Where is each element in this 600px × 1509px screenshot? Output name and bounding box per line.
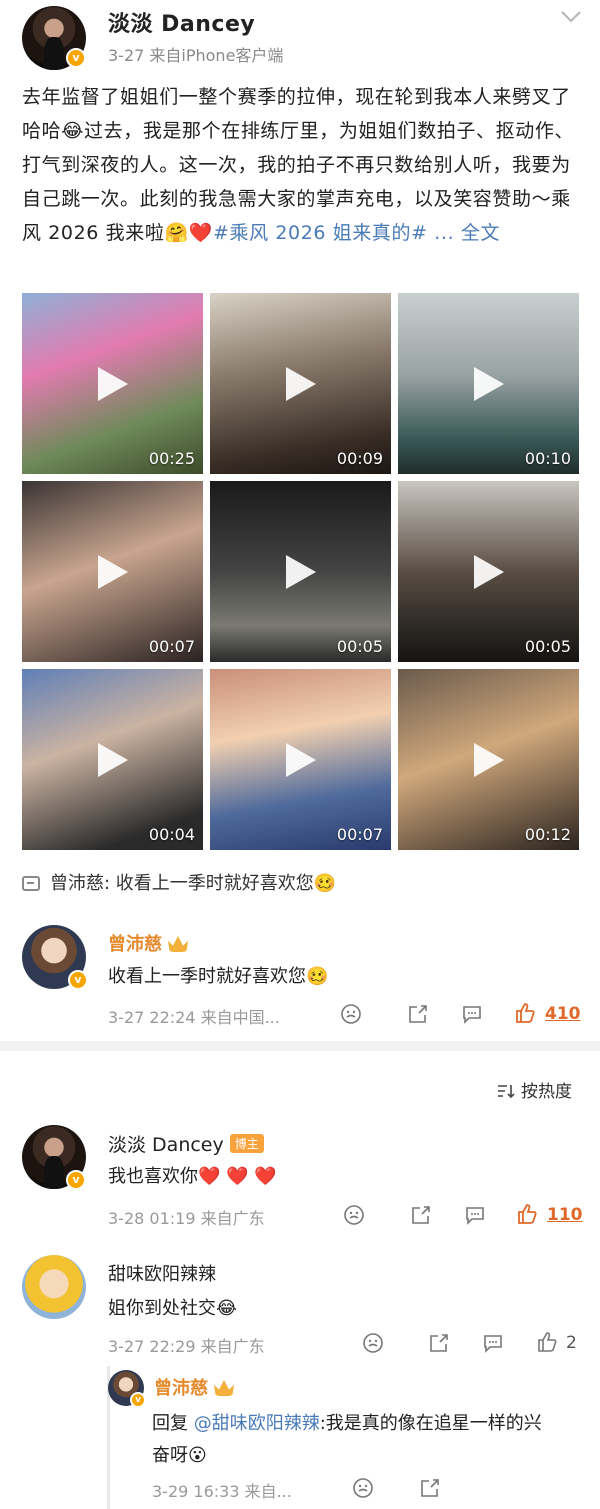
video-thumbnail[interactable]: 00:09	[210, 293, 391, 474]
read-more-link[interactable]: ... 全文	[434, 222, 500, 244]
video-duration: 00:07	[148, 637, 195, 656]
author-badge: 博主	[229, 1134, 264, 1153]
chevron-down-icon[interactable]	[560, 10, 582, 24]
like-icon[interactable]	[514, 1002, 536, 1024]
video-thumbnail[interactable]: 00:07	[22, 481, 203, 662]
video-duration: 00:12	[524, 825, 571, 844]
reply-icon[interactable]	[461, 1003, 483, 1025]
play-icon[interactable]	[286, 743, 316, 777]
commenter-name[interactable]: 甜味欧阳辣辣	[108, 1260, 216, 1286]
commenter-name[interactable]: 淡淡 Dancey 博主	[108, 1130, 264, 1157]
reply-text: 回复 @甜味欧阳辣辣:我是真的像在追星一样的兴 奋呀😮	[152, 1413, 542, 1466]
play-icon[interactable]	[98, 555, 128, 589]
like-count[interactable]: 110	[547, 1205, 583, 1225]
hashtag-link[interactable]: #乘风 2026 姐来真的#	[213, 222, 428, 244]
reply-icon[interactable]	[464, 1204, 486, 1226]
mention-link[interactable]: @甜味欧阳辣辣	[194, 1413, 320, 1434]
video-thumbnail[interactable]: 00:05	[210, 481, 391, 662]
like-icon[interactable]	[536, 1331, 558, 1353]
comment-text: 姐你到处社交😂	[108, 1298, 238, 1319]
section-divider	[0, 1041, 600, 1051]
play-icon[interactable]	[98, 367, 128, 401]
video-duration: 00:07	[336, 825, 383, 844]
commenter-name[interactable]: 曾沛慈	[108, 930, 188, 956]
emoji-react-icon[interactable]	[340, 1003, 362, 1025]
reply-icon[interactable]	[482, 1332, 504, 1354]
like-count[interactable]: 2	[566, 1333, 577, 1353]
video-duration: 00:10	[524, 449, 571, 468]
video-duration: 00:05	[524, 637, 571, 656]
comment-bubble-icon	[22, 876, 40, 891]
like-icon[interactable]	[516, 1203, 538, 1225]
sort-icon	[498, 1085, 515, 1099]
share-icon[interactable]	[419, 1477, 441, 1499]
post-meta: 3-27 来自iPhone客户端	[108, 46, 284, 65]
comment-text: 我也喜欢你❤️ ❤️ ❤️	[108, 1166, 277, 1187]
video-duration: 00:09	[336, 449, 383, 468]
verified-badge-icon: v	[68, 970, 88, 990]
hug-emoji: 🤗	[164, 222, 189, 244]
comment-meta: 3-27 22:24 来自中国...	[108, 1008, 280, 1027]
post-body: 去年监督了姐姐们一整个赛季的拉伸，现在轮到我本人来劈叉了哈哈😂过去，我是那个在排…	[22, 80, 578, 250]
play-icon[interactable]	[474, 743, 504, 777]
post-header: v 淡淡 Dancey 3-27 来自iPhone客户端	[0, 0, 600, 80]
share-icon[interactable]	[428, 1332, 450, 1354]
like-count[interactable]: 410	[545, 1004, 581, 1024]
author-name[interactable]: 淡淡 Dancey	[108, 6, 255, 38]
video-thumbnail[interactable]: 00:05	[398, 481, 579, 662]
verified-badge-icon: v	[66, 1170, 86, 1190]
forward-comment[interactable]: 曾沛慈: 收看上一季时就好喜欢您🥴	[22, 869, 336, 895]
video-thumbnail[interactable]: 00:12	[398, 669, 579, 850]
video-duration: 00:05	[336, 637, 383, 656]
comment-text: 收看上一季时就好喜欢您🥴	[108, 966, 329, 987]
video-thumbnail[interactable]: 00:07	[210, 669, 391, 850]
verified-badge-icon: v	[66, 48, 86, 68]
verified-badge-icon: v	[130, 1392, 146, 1408]
play-icon[interactable]	[286, 555, 316, 589]
video-thumbnail[interactable]: 00:04	[22, 669, 203, 850]
emoji-react-icon[interactable]	[362, 1332, 384, 1354]
video-duration: 00:04	[148, 825, 195, 844]
play-icon[interactable]	[474, 555, 504, 589]
play-icon[interactable]	[98, 743, 128, 777]
video-thumbnail[interactable]: 00:25	[22, 293, 203, 474]
emoji-react-icon[interactable]	[343, 1204, 365, 1226]
comment-meta: 3-28 01:19 来自广东	[108, 1209, 265, 1228]
video-thumbnail[interactable]: 00:10	[398, 293, 579, 474]
sort-toggle[interactable]: 按热度	[497, 1077, 572, 1102]
crown-icon	[214, 1380, 234, 1396]
play-icon[interactable]	[474, 367, 504, 401]
forward-text: 曾沛慈: 收看上一季时就好喜欢您🥴	[50, 873, 337, 894]
share-icon[interactable]	[407, 1003, 429, 1025]
reply-author[interactable]: 曾沛慈	[154, 1374, 234, 1400]
commenter-avatar[interactable]	[22, 1255, 86, 1319]
comment-meta: 3-27 22:29 来自广东	[108, 1337, 265, 1356]
emoji-react-icon[interactable]	[352, 1477, 374, 1499]
reply-meta: 3-29 16:33 来自...	[152, 1482, 292, 1501]
crown-icon	[168, 936, 188, 952]
play-icon[interactable]	[286, 367, 316, 401]
share-icon[interactable]	[410, 1204, 432, 1226]
laugh-emoji: 😂	[61, 120, 85, 142]
video-duration: 00:25	[148, 449, 195, 468]
heart-emoji: ❤️	[188, 222, 213, 244]
